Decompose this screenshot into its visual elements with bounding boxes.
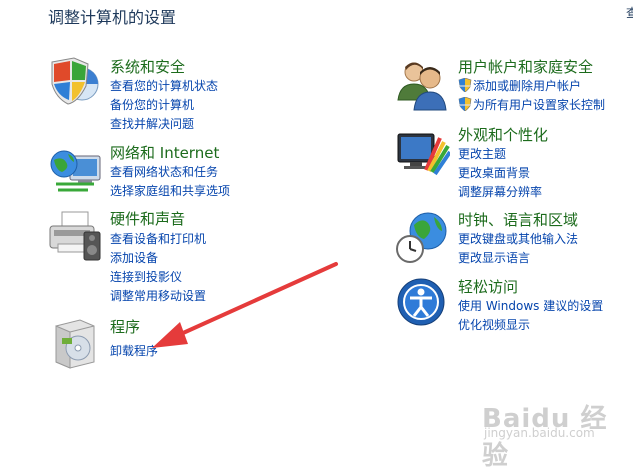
category-network-internet: 网络和 Internet 查看网络状态和任务 选择家庭组和共享选项 <box>48 142 278 202</box>
baidu-watermark-url: jingyan.baidu.com <box>484 426 595 440</box>
category-clock-language-region: 时钟、语言和区域 更改键盘或其他输入法 更改显示语言 <box>396 209 632 269</box>
link-screen-resolution[interactable]: 调整屏幕分辨率 <box>458 183 542 200</box>
globe-network-icon[interactable] <box>48 146 102 200</box>
right-edge-fragment[interactable]: 查 <box>626 4 633 21</box>
category-title-appearance[interactable]: 外观和个性化 <box>458 124 548 145</box>
category-user-accounts: 用户帐户和家庭安全 添加或删除用户帐户 为所有用户设置家长控制 <box>396 56 632 116</box>
link-backup-computer[interactable]: 备份您的计算机 <box>110 96 194 113</box>
software-box-icon[interactable] <box>48 316 102 370</box>
link-homegroup-sharing[interactable]: 选择家庭组和共享选项 <box>110 182 230 199</box>
link-parental-controls[interactable]: 为所有用户设置家长控制 <box>473 96 605 113</box>
link-mobility-settings[interactable]: 调整常用移动设置 <box>110 287 206 304</box>
link-connect-projector[interactable]: 连接到投影仪 <box>110 268 182 285</box>
users-icon[interactable] <box>396 58 450 112</box>
globe-clock-icon[interactable] <box>396 211 450 265</box>
link-uninstall-program[interactable]: 卸载程序 <box>110 342 158 359</box>
category-title-clock-language-region[interactable]: 时钟、语言和区域 <box>458 209 578 230</box>
link-windows-suggested-settings[interactable]: 使用 Windows 建议的设置 <box>458 297 603 314</box>
printer-icon[interactable] <box>48 210 102 264</box>
page-title: 调整计算机的设置 <box>48 8 177 27</box>
link-view-computer-status[interactable]: 查看您的计算机状态 <box>110 77 218 94</box>
category-hardware-sound: 硬件和声音 查看设备和打印机 添加设备 连接到投影仪 调整常用移动设置 <box>48 208 278 304</box>
category-title-hardware-sound[interactable]: 硬件和声音 <box>110 208 185 229</box>
link-change-desktop-background[interactable]: 更改桌面背景 <box>458 164 530 181</box>
link-change-display-language[interactable]: 更改显示语言 <box>458 249 530 266</box>
link-change-keyboard-input[interactable]: 更改键盘或其他输入法 <box>458 230 578 247</box>
category-title-ease-of-access[interactable]: 轻松访问 <box>458 276 518 297</box>
link-view-network-status[interactable]: 查看网络状态和任务 <box>110 163 218 180</box>
category-system-security: 系统和安全 查看您的计算机状态 备份您的计算机 查找并解决问题 <box>48 56 278 136</box>
link-optimize-visual-display[interactable]: 优化视频显示 <box>458 316 530 333</box>
link-add-remove-users[interactable]: 添加或删除用户帐户 <box>473 77 581 94</box>
link-add-device[interactable]: 添加设备 <box>110 249 158 266</box>
category-programs: 程序 卸载程序 <box>48 316 278 369</box>
category-title-programs[interactable]: 程序 <box>110 316 140 337</box>
accessibility-icon[interactable] <box>396 276 450 330</box>
link-change-theme[interactable]: 更改主题 <box>458 145 506 162</box>
category-title-network-internet[interactable]: 网络和 Internet <box>110 142 219 163</box>
link-troubleshoot[interactable]: 查找并解决问题 <box>110 115 194 132</box>
uac-shield-icon <box>458 97 472 111</box>
monitor-palette-icon[interactable] <box>396 128 450 182</box>
category-appearance: 外观和个性化 更改主题 更改桌面背景 调整屏幕分辨率 <box>396 124 632 200</box>
category-title-user-accounts[interactable]: 用户帐户和家庭安全 <box>458 56 593 77</box>
category-ease-of-access: 轻松访问 使用 Windows 建议的设置 优化视频显示 <box>396 276 632 336</box>
uac-shield-icon <box>458 78 472 92</box>
link-devices-printers[interactable]: 查看设备和打印机 <box>110 230 206 247</box>
category-title-system-security[interactable]: 系统和安全 <box>110 56 185 77</box>
shield-chart-icon[interactable] <box>48 56 102 110</box>
